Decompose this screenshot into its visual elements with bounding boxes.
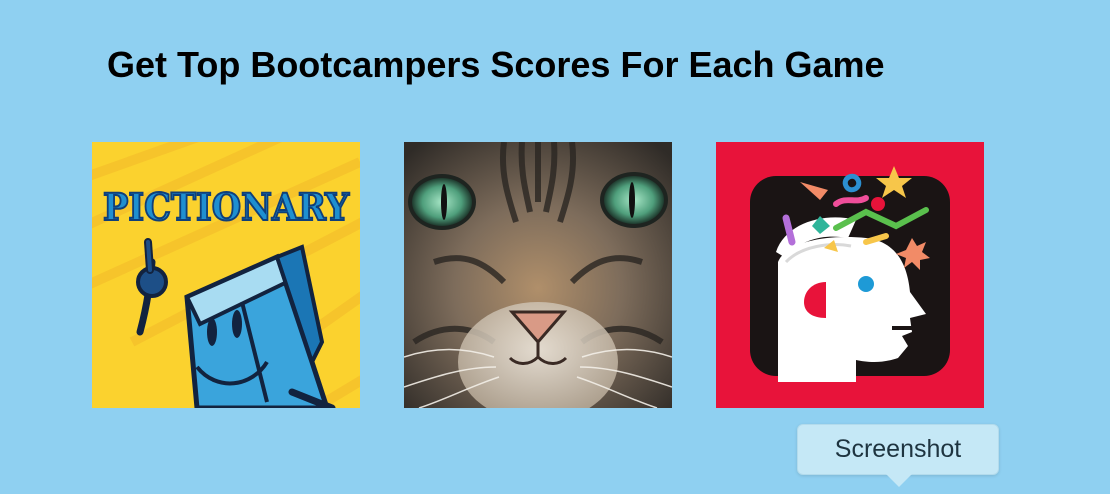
game-card-pictionary[interactable]: PICTIONARY bbox=[92, 142, 360, 408]
cat-face-image bbox=[404, 142, 672, 408]
party-head-icon bbox=[716, 142, 984, 408]
page-title: Get Top Bootcampers Scores For Each Game bbox=[107, 44, 885, 85]
pictionary-logo-text: PICTIONARY bbox=[103, 185, 350, 229]
screenshot-tooltip: Screenshot bbox=[797, 424, 999, 475]
game-card-cat[interactable] bbox=[404, 142, 672, 408]
tooltip-arrow bbox=[886, 474, 912, 487]
pictionary-icon: PICTIONARY bbox=[92, 142, 360, 408]
tooltip-label: Screenshot bbox=[834, 435, 962, 463]
game-card-mind[interactable] bbox=[716, 142, 984, 408]
